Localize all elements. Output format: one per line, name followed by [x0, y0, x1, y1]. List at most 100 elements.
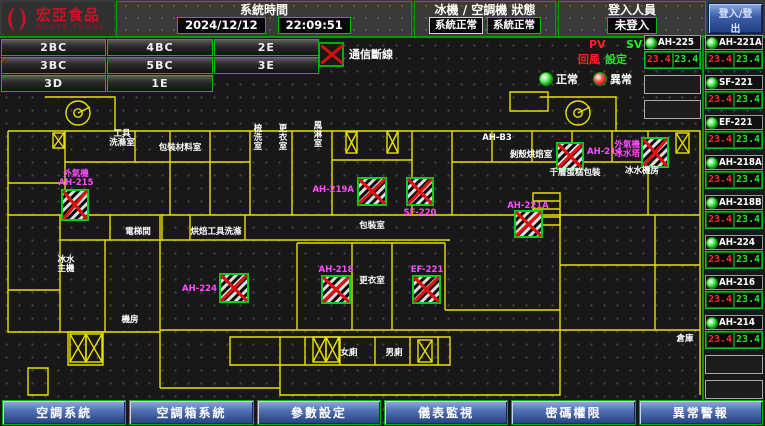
equipment-label: SF-220	[404, 208, 437, 218]
equipment-label: AH-218	[319, 265, 354, 275]
status-lamp-icon	[707, 278, 717, 288]
ahu-unit-icon-comm-lost[interactable]	[515, 211, 542, 237]
device-label: AH-218B	[719, 197, 762, 208]
room-label: 機房	[121, 314, 138, 325]
device-name-button[interactable]: AH-221A	[705, 35, 763, 50]
device-name-button[interactable]: AH-218A	[705, 155, 763, 170]
floor-button-5bc[interactable]: 5BC	[107, 57, 212, 74]
chiller-status-value: 系統正常	[429, 17, 483, 34]
pv-value: 23.4	[706, 252, 734, 268]
wall	[28, 368, 48, 395]
nav-button-2[interactable]: 空調箱系統	[129, 400, 253, 425]
floor-button-4bc[interactable]: 4BC	[107, 39, 212, 56]
room-label: 風淋室	[314, 121, 323, 149]
room-label: 千層蛋糕包裝	[549, 167, 601, 178]
empty-device-slot	[705, 355, 763, 374]
floor-button-3d[interactable]: 3D	[1, 75, 106, 92]
equipment-label: EF-221	[411, 265, 444, 275]
device-ah-224: AH-22423.423.4	[705, 235, 763, 269]
device-name-button[interactable]: AH-225	[644, 35, 701, 50]
floor-button-1e[interactable]: 1E	[107, 75, 212, 92]
equipment-label: AH-219A	[312, 185, 354, 195]
pv-value: 23.4	[645, 52, 673, 68]
floor-button-2bc[interactable]: 2BC	[1, 39, 106, 56]
pv-value: 23.4	[706, 332, 734, 348]
device-label: AH-225	[658, 37, 694, 48]
floor-button-2e[interactable]: 2E	[214, 39, 319, 56]
room-label: 包裝材料室	[159, 142, 202, 153]
shaft-x-box	[418, 340, 432, 362]
ahu-unit-icon-comm-lost[interactable]	[220, 274, 248, 302]
sv-value: 23.4	[734, 292, 762, 308]
login-logout-button[interactable]: 登入/登出	[708, 3, 763, 34]
pv-value: 23.4	[706, 132, 734, 148]
device-name-button[interactable]: EF-221	[705, 115, 763, 130]
ahu-unit-icon-comm-lost[interactable]	[322, 276, 350, 303]
sv-value: 23.4	[734, 52, 762, 68]
login-label: 登入人員	[608, 4, 656, 16]
device-name-button[interactable]: AH-224	[705, 235, 763, 250]
sv-value: 23.4	[734, 92, 762, 108]
comm-lost-x-icon	[318, 42, 344, 67]
system-time-value: 22:09:51	[278, 17, 351, 34]
stairwell-icon	[66, 101, 90, 125]
scada-screen: 工具洗滌室包裝材料室梳洗室更衣室風淋室AH-B3剝殼烘焙室千層蛋糕包裝冰水機房冰…	[0, 0, 765, 426]
shaft-x-box	[676, 133, 689, 153]
device-name-button[interactable]: AH-216	[705, 275, 763, 290]
brand-name: 宏亞食品	[36, 8, 106, 23]
room-label: 電梯間	[125, 226, 151, 237]
room-label: 女廁	[340, 347, 358, 358]
room-label: AH-B3	[482, 133, 512, 143]
sv-value: 23.4	[673, 52, 701, 68]
nav-button-3[interactable]: 參數設定	[257, 400, 381, 425]
device-values: 23.423.4	[705, 171, 763, 189]
empty-device-slot	[644, 100, 701, 119]
sv-value: 23.4	[734, 332, 762, 348]
login-status-value: 未登入	[607, 17, 658, 34]
empty-device-slot	[705, 380, 763, 399]
bottom-nav: 空調系統空調箱系統參數設定儀表監視密碼權限異常警報	[0, 399, 765, 426]
pv-desc-label: 回風	[578, 54, 600, 66]
device-values: 23.423.4	[705, 131, 763, 149]
ahu-unit-icon-comm-lost[interactable]	[407, 178, 433, 205]
status-lamp-icon	[707, 158, 717, 168]
abnormal-lamp-icon	[594, 73, 606, 85]
status-lamp-icon	[707, 198, 717, 208]
pv-value: 23.4	[706, 52, 734, 68]
nav-button-5[interactable]: 密碼權限	[511, 400, 635, 425]
nav-button-6[interactable]: 異常警報	[639, 400, 763, 425]
shaft-x-box	[53, 133, 64, 148]
shaft-x-box	[326, 337, 339, 362]
status-lamp-icon	[646, 38, 656, 48]
nav-button-1[interactable]: 空調系統	[2, 400, 126, 425]
floor-buttons: 2BC4BC2E 3BC5BC3E 3D1E	[1, 39, 319, 92]
shaft-x-box	[313, 337, 326, 362]
nav-button-4[interactable]: 儀表監視	[384, 400, 508, 425]
machine-status-panel: 冰機 / 空調機 狀態 系統正常 系統正常	[414, 1, 556, 37]
equipment-label: 外氣機AH-215	[59, 168, 94, 188]
sv-header: SV	[626, 39, 642, 51]
floor-button-3bc[interactable]: 3BC	[1, 57, 106, 74]
device-name-button[interactable]: SF-221	[705, 75, 763, 90]
ahu-unit-icon-comm-lost[interactable]	[413, 276, 440, 303]
device-values: 23.423.4	[705, 331, 763, 349]
floor-button-3e[interactable]: 3E	[214, 57, 319, 74]
device-values: 23.423.4	[705, 251, 763, 269]
system-time-panel: 系統時間 2024/12/12 22:09:51	[116, 1, 412, 37]
room-label: 梳洗室	[253, 123, 263, 152]
room-label: 冰水機房	[625, 165, 659, 176]
device-name-button[interactable]: AH-214	[705, 315, 763, 330]
device-ah-214: AH-21423.423.4	[705, 315, 763, 349]
ahu-unit-icon-comm-lost[interactable]	[642, 138, 668, 167]
device-label: EF-221	[719, 117, 753, 128]
device-label: AH-216	[719, 277, 755, 288]
ahu-unit-icon-comm-lost[interactable]	[358, 178, 386, 205]
room-label: 更衣室	[279, 123, 288, 152]
device-column-right: AH-221A23.423.4SF-22123.423.4EF-22123.42…	[702, 35, 763, 400]
ahu-unit-icon-comm-lost[interactable]	[62, 190, 88, 220]
device-name-button[interactable]: AH-218B	[705, 195, 763, 210]
device-values: 23.423.4	[705, 91, 763, 109]
ahu-unit-icon-comm-lost[interactable]	[557, 143, 583, 169]
device-ah-216: AH-21623.423.4	[705, 275, 763, 309]
device-values: 23.423.4	[644, 51, 701, 69]
